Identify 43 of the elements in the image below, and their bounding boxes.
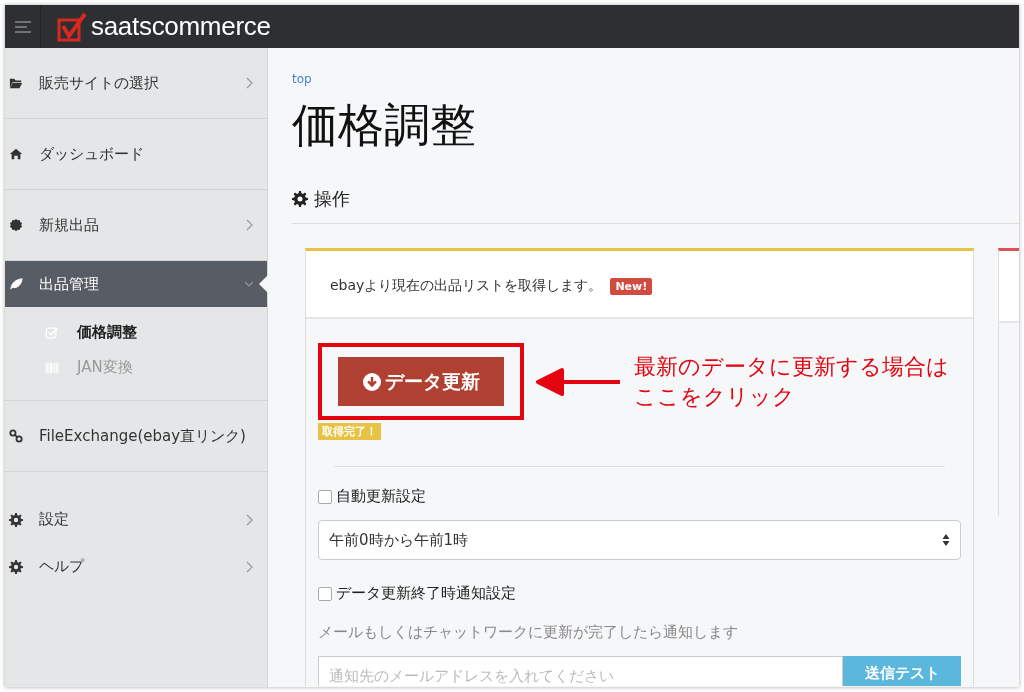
sidebar-subitem[interactable]: 価格調整 [5, 315, 267, 350]
badge-icon [9, 218, 23, 232]
page-title: 価格調整 [292, 97, 477, 154]
status-badge: 取得完了！ [318, 423, 381, 440]
sidebar-item[interactable]: ヘルプ [5, 543, 267, 590]
new-badge: New! [610, 277, 653, 295]
checkbox-logo-icon [57, 11, 87, 42]
sidebar-item[interactable]: ダッシュボード [5, 119, 267, 190]
checkbox-label: データ更新終了時通知設定 [336, 584, 516, 603]
select-arrows-icon [942, 533, 950, 547]
chevron-icon [245, 219, 253, 231]
logo-text: saatscommerce [91, 11, 271, 42]
update-button[interactable]: データ更新 [338, 357, 504, 406]
checkbox[interactable] [318, 586, 332, 601]
link-icon [9, 429, 23, 443]
checkbox[interactable] [318, 489, 332, 504]
barcode-icon [45, 360, 59, 375]
chevron-icon [245, 560, 253, 573]
card-description: ebayより現在の出品リストを取得します。 [330, 277, 603, 295]
breadcrumb-link[interactable]: top [292, 72, 312, 86]
arrow-icon [536, 366, 620, 397]
settings-icon [9, 559, 23, 574]
sidebar-item[interactable]: FileExchange(ebay直リンク) [5, 401, 267, 472]
checkbox-icon [45, 325, 59, 340]
folder-icon [9, 76, 23, 90]
settings-icon [292, 191, 308, 207]
chevron-icon [245, 513, 253, 526]
selection-pointer [259, 275, 268, 293]
home-icon [9, 147, 23, 161]
download-icon [362, 372, 381, 391]
settings-icon [9, 512, 23, 527]
sidebar-item[interactable]: 設定 [5, 496, 267, 543]
menu-icon [14, 20, 31, 33]
time-select[interactable]: 午前0時から午前1時 [318, 520, 961, 560]
sidebar-item[interactable]: 販売サイトの選択 [5, 48, 267, 119]
help-text: メールもしくはチャットワークに更新が完了したら通知します [318, 623, 739, 642]
chevron-icon [245, 77, 253, 89]
sidebar-item[interactable]: 出品管理 [5, 261, 267, 307]
section-title: 操作 [314, 187, 350, 211]
email-field[interactable]: 通知先のメールアドレスを入れてください [318, 656, 843, 686]
annotation-text: 最新のデータに更新する場合は ここをクリック [634, 352, 949, 411]
checkbox-label: 自動更新設定 [336, 487, 426, 506]
leaf-icon [9, 277, 23, 291]
